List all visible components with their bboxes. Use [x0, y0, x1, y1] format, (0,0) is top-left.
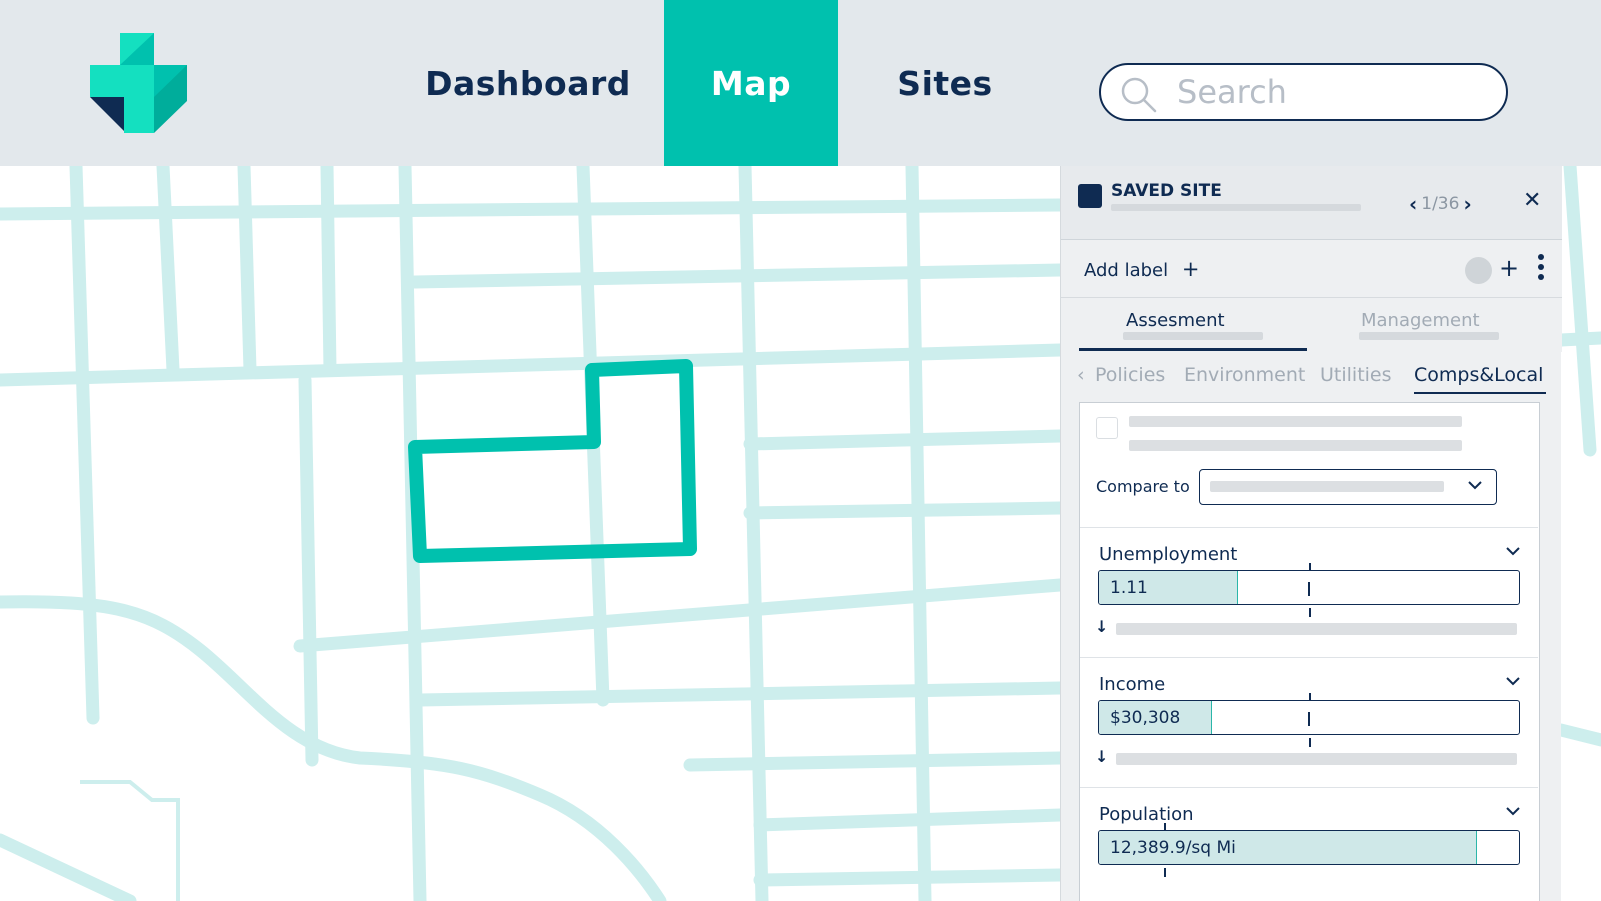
text-placeholder — [1129, 440, 1462, 451]
text-placeholder — [1116, 623, 1517, 635]
metric-bar: 12,389.9/sq Mi — [1098, 830, 1520, 865]
arrow-down-icon: ↓ — [1095, 747, 1109, 766]
plus-icon[interactable]: + — [1499, 254, 1519, 282]
plus-icon: + — [1181, 257, 1200, 281]
compare-checkbox[interactable] — [1096, 417, 1118, 439]
comps-card: Compare to Unemployment 1.11 ↓ Income $3… — [1079, 402, 1540, 901]
tab-management[interactable]: Management — [1361, 310, 1480, 331]
close-icon[interactable]: ✕ — [1523, 188, 1541, 213]
label-toolbar: Add label + + — [1061, 240, 1562, 298]
chevron-down-icon — [1468, 481, 1482, 490]
text-placeholder — [1129, 416, 1462, 427]
chevron-down-icon[interactable] — [1504, 542, 1522, 560]
label-color-dot[interactable] — [1465, 257, 1492, 284]
metric-value: $30,308 — [1110, 708, 1181, 728]
nav-map[interactable]: Map — [664, 0, 838, 166]
median-tick — [1164, 868, 1166, 877]
metric-title: Population — [1099, 804, 1194, 825]
median-tick — [1308, 712, 1310, 726]
chevron-right-icon[interactable]: › — [1463, 192, 1471, 216]
metric-title: Unemployment — [1099, 544, 1238, 565]
tab-subtitle-placeholder — [1123, 332, 1263, 340]
saved-site-title: SAVED SITE — [1111, 181, 1222, 201]
metric-bar: 1.11 — [1098, 570, 1520, 605]
nav-sites[interactable]: Sites — [880, 0, 1010, 166]
metric-income: Income $30,308 ↓ — [1080, 657, 1538, 787]
tab-assessment[interactable]: Assesment — [1126, 310, 1225, 331]
select-value-placeholder — [1210, 481, 1444, 492]
panel-tabs: Assesment Management — [1061, 298, 1562, 352]
chevron-down-icon[interactable] — [1504, 802, 1522, 820]
add-label-button[interactable]: Add label + — [1084, 257, 1199, 281]
arrow-down-icon: ↓ — [1095, 617, 1109, 636]
compare-to-select[interactable] — [1199, 469, 1497, 505]
metric-bar: $30,308 — [1098, 700, 1520, 735]
median-tick — [1309, 608, 1311, 617]
text-placeholder — [1116, 753, 1517, 765]
median-tick — [1308, 582, 1310, 596]
chevron-left-icon[interactable]: ‹ — [1077, 364, 1085, 386]
metric-value: 1.11 — [1110, 578, 1148, 598]
subtab-comps-local[interactable]: Comps&Local — [1414, 364, 1543, 386]
site-pager: ‹ 1/36 › — [1409, 192, 1472, 216]
subtab-policies[interactable]: Policies — [1095, 364, 1165, 386]
metric-unemployment: Unemployment 1.11 ↓ — [1080, 527, 1538, 657]
add-label-text: Add label — [1084, 260, 1169, 281]
site-detail-panel: SAVED SITE ‹ 1/36 › ✕ Add label + + Asse… — [1060, 166, 1562, 901]
metric-population: Population 12,389.9/sq Mi — [1080, 787, 1538, 901]
subtab-environment[interactable]: Environment — [1184, 364, 1305, 386]
active-tab-indicator — [1079, 348, 1307, 351]
search-input[interactable] — [1177, 73, 1487, 111]
company-logo-icon[interactable] — [90, 33, 190, 133]
nav-dashboard[interactable]: Dashboard — [418, 0, 638, 166]
median-tick — [1309, 738, 1311, 747]
pager-count: 1/36 — [1421, 194, 1460, 214]
compare-to-label: Compare to — [1096, 477, 1190, 496]
active-subtab-indicator — [1414, 392, 1546, 394]
site-name-placeholder — [1111, 204, 1361, 211]
subtab-utilities[interactable]: Utilities — [1320, 364, 1392, 386]
top-header: Dashboard Map Sites — [0, 0, 1601, 166]
chevron-left-icon[interactable]: ‹ — [1409, 192, 1417, 216]
search-box[interactable] — [1099, 63, 1508, 121]
selected-site-outline[interactable] — [408, 359, 697, 563]
more-options-icon[interactable] — [1536, 254, 1546, 284]
site-color-swatch — [1078, 184, 1102, 208]
chevron-down-icon[interactable] — [1504, 672, 1522, 690]
metric-title: Income — [1099, 674, 1166, 695]
search-icon — [1121, 77, 1157, 113]
metric-value: 12,389.9/sq Mi — [1110, 838, 1236, 858]
tab-subtitle-placeholder — [1359, 332, 1499, 340]
sub-tabs: ‹ Policies Environment Utilities Comps&L… — [1061, 352, 1562, 402]
saved-site-header: SAVED SITE ‹ 1/36 › ✕ — [1061, 166, 1562, 240]
